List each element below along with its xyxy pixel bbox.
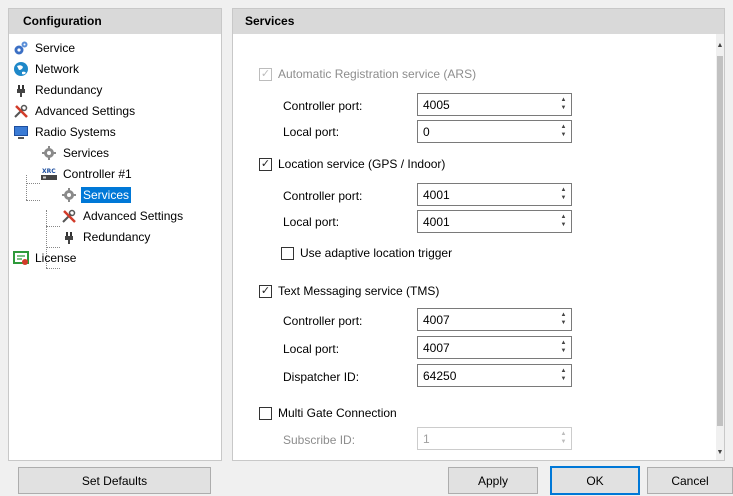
tms-controller-port-input[interactable]: 4007 ▲ ▼: [417, 308, 572, 331]
spin-arrows-icon[interactable]: ▲ ▼: [559, 311, 568, 328]
tree-item-label: Services: [81, 187, 132, 203]
spin-arrows-icon[interactable]: ▲ ▼: [559, 186, 568, 203]
scroll-up-icon[interactable]: ▲: [716, 42, 724, 49]
configuration-pane: Configuration Service Network Redundancy: [8, 8, 222, 461]
subscribe-id-input[interactable]: 1 ▲ ▼: [417, 427, 572, 450]
tree-item-label: Service: [35, 41, 76, 55]
tree-item-controller-advanced-settings[interactable]: Advanced Settings: [60, 207, 185, 225]
multigate-label: Multi Gate Connection: [278, 406, 397, 420]
ars-checkbox-row[interactable]: ✓ Automatic Registration service (ARS): [259, 67, 476, 81]
ars-label: Automatic Registration service (ARS): [278, 67, 477, 81]
vertical-scrollbar[interactable]: ▲ ▼: [716, 34, 724, 460]
tree-item-controller-services[interactable]: Services: [60, 186, 132, 204]
tms-label: Text Messaging service (TMS): [278, 284, 440, 298]
services-header: Services: [233, 9, 724, 34]
location-local-port-input[interactable]: 4001 ▲ ▼: [417, 210, 572, 233]
globe-icon: [12, 61, 30, 77]
tree-item-label: Redundancy: [83, 230, 151, 244]
ars-local-port-input[interactable]: 0 ▲ ▼: [417, 120, 572, 143]
tree-item-label: Network: [35, 62, 80, 76]
scroll-thumb[interactable]: [717, 56, 723, 426]
adaptive-trigger-label: Use adaptive location trigger: [300, 246, 453, 260]
gear-icon: [40, 145, 58, 161]
tree-item-label: License: [35, 251, 77, 265]
dispatcher-id-label: Dispatcher ID:: [283, 370, 360, 384]
tools-icon: [60, 208, 78, 224]
xrc-controller-icon: XRC: [40, 166, 58, 182]
tms-local-port-input[interactable]: 4007 ▲ ▼: [417, 336, 572, 359]
tree-item-advanced-settings[interactable]: Advanced Settings: [12, 102, 137, 120]
tms-controller-port-label: Controller port:: [283, 314, 363, 328]
tree-item-controller-redundancy[interactable]: Redundancy: [60, 228, 152, 246]
spin-value: 64250: [423, 369, 457, 383]
spin-value: 4007: [423, 341, 450, 355]
spin-arrows-icon[interactable]: ▲ ▼: [559, 213, 568, 230]
apply-button[interactable]: Apply: [448, 467, 538, 494]
tree-connector: [26, 175, 27, 200]
spin-value: 4005: [423, 98, 450, 112]
subscribe-id-label: Subscribe ID:: [283, 433, 356, 447]
gear-icon: [60, 187, 78, 203]
location-checkbox[interactable]: ✓: [259, 157, 272, 171]
set-defaults-button[interactable]: Set Defaults: [18, 467, 211, 494]
license-icon: [12, 250, 30, 266]
tree-item-controller-1[interactable]: XRC Controller #1: [40, 165, 134, 183]
tree-item-services[interactable]: Services: [40, 144, 111, 162]
tree-item-label: Controller #1: [63, 167, 132, 181]
spin-value: 4007: [423, 313, 450, 327]
tree-item-label: Redundancy: [35, 83, 103, 97]
configuration-header: Configuration: [9, 9, 221, 34]
tree-item-radio-systems[interactable]: Radio Systems: [12, 123, 118, 141]
tree-connector: [26, 200, 40, 201]
ars-controller-port-label: Controller port:: [283, 99, 363, 113]
adaptive-trigger-row[interactable]: Use adaptive location trigger: [281, 246, 452, 260]
monitor-icon: [12, 124, 30, 140]
location-checkbox-row[interactable]: ✓ Location service (GPS / Indoor): [259, 157, 445, 171]
services-pane: Services ✓ Automatic Registration servic…: [232, 8, 725, 461]
tree-item-license[interactable]: License: [12, 249, 78, 267]
tree-item-label: Radio Systems: [35, 125, 116, 139]
ars-checkbox[interactable]: ✓: [259, 67, 272, 81]
location-controller-port-label: Controller port:: [283, 189, 363, 203]
spin-arrows-icon[interactable]: ▲ ▼: [559, 123, 568, 140]
spin-arrows-icon[interactable]: ▲ ▼: [559, 339, 568, 356]
tree-item-label: Services: [63, 146, 110, 160]
plug-icon: [60, 229, 78, 245]
tree-item-redundancy[interactable]: Redundancy: [12, 81, 104, 99]
spin-arrows-icon[interactable]: ▲ ▼: [559, 430, 568, 447]
multigate-checkbox[interactable]: [259, 406, 272, 420]
tree-connector: [46, 226, 60, 227]
spin-value: 4001: [423, 215, 450, 229]
location-label: Location service (GPS / Indoor): [278, 157, 446, 171]
ok-button[interactable]: OK: [550, 466, 640, 495]
gear-cog-icon: [12, 40, 30, 56]
spin-value: 0: [423, 125, 430, 139]
scroll-down-icon[interactable]: ▼: [716, 449, 724, 456]
tree-connector: [26, 183, 40, 184]
tree-item-label: Advanced Settings: [35, 104, 136, 118]
spin-value: 4001: [423, 188, 450, 202]
spin-arrows-icon[interactable]: ▲ ▼: [559, 96, 568, 113]
tms-local-port-label: Local port:: [283, 342, 340, 356]
tree-connector: [46, 268, 60, 269]
location-local-port-label: Local port:: [283, 215, 340, 229]
ars-controller-port-input[interactable]: 4005 ▲ ▼: [417, 93, 572, 116]
tree-item-service[interactable]: Service: [12, 39, 77, 57]
plug-icon: [12, 82, 30, 98]
spin-value: 1: [423, 432, 430, 446]
tree-connector: [46, 247, 60, 248]
location-controller-port-input[interactable]: 4001 ▲ ▼: [417, 183, 572, 206]
dispatcher-id-input[interactable]: 64250 ▲ ▼: [417, 364, 572, 387]
multigate-checkbox-row[interactable]: Multi Gate Connection: [259, 406, 397, 420]
cancel-button[interactable]: Cancel: [647, 467, 733, 494]
tms-checkbox-row[interactable]: ✓ Text Messaging service (TMS): [259, 284, 439, 298]
spin-arrows-icon[interactable]: ▲ ▼: [559, 367, 568, 384]
ars-local-port-label: Local port:: [283, 125, 340, 139]
xrc-icon-text: XRC: [42, 168, 56, 175]
adaptive-trigger-checkbox[interactable]: [281, 246, 294, 260]
tools-icon: [12, 103, 30, 119]
tms-checkbox[interactable]: ✓: [259, 284, 272, 298]
tree-item-label: Advanced Settings: [83, 209, 184, 223]
tree-item-network[interactable]: Network: [12, 60, 81, 78]
